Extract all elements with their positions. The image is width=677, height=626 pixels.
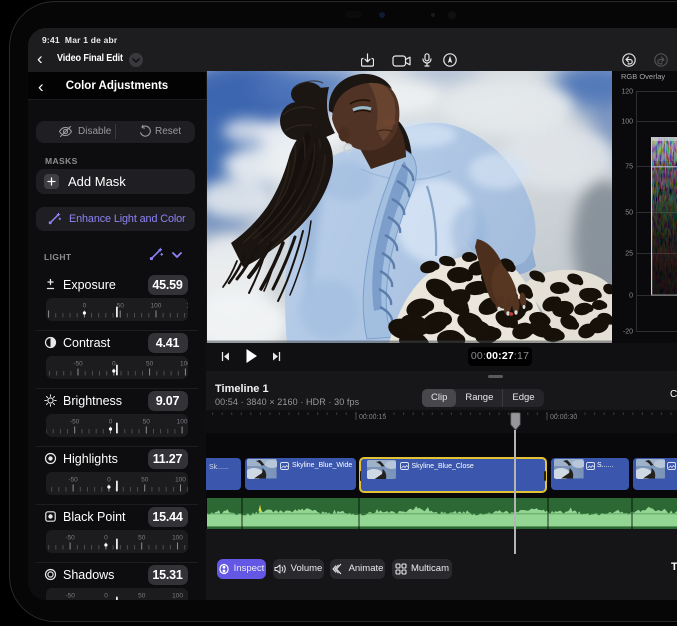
svg-text:100: 100	[621, 119, 633, 126]
svg-text:75: 75	[625, 164, 633, 171]
svg-text:-50: -50	[65, 593, 75, 600]
svg-text:100: 100	[176, 419, 187, 426]
svg-text:50: 50	[625, 210, 633, 217]
svg-text:-50: -50	[73, 361, 83, 368]
svg-text:100: 100	[175, 477, 186, 484]
svg-text:100: 100	[172, 535, 183, 542]
svg-text:50: 50	[141, 477, 149, 484]
svg-text:50: 50	[138, 535, 146, 542]
svg-text:-20: -20	[623, 329, 633, 336]
svg-text:100: 100	[179, 361, 187, 368]
svg-text:0: 0	[82, 303, 86, 310]
svg-text:120: 120	[621, 89, 633, 96]
svg-text:-50: -50	[69, 419, 79, 426]
svg-text:0: 0	[104, 535, 108, 542]
svg-text:0: 0	[107, 477, 111, 484]
svg-text:150: 150	[186, 303, 188, 310]
svg-text:0: 0	[104, 593, 108, 600]
svg-text:100: 100	[172, 593, 183, 600]
svg-text:0: 0	[108, 419, 112, 426]
svg-text:-50: -50	[68, 477, 78, 484]
svg-text:100: 100	[150, 303, 161, 310]
svg-text:0: 0	[629, 293, 633, 300]
svg-text:25: 25	[625, 251, 633, 258]
svg-text:50: 50	[142, 419, 150, 426]
svg-text:00:00:15: 00:00:15	[359, 414, 386, 421]
svg-text:50: 50	[138, 593, 146, 600]
svg-text:0: 0	[111, 361, 115, 368]
svg-text:-50: -50	[65, 535, 75, 542]
svg-text:00:00:30: 00:00:30	[550, 414, 577, 421]
svg-text:50: 50	[145, 361, 153, 368]
